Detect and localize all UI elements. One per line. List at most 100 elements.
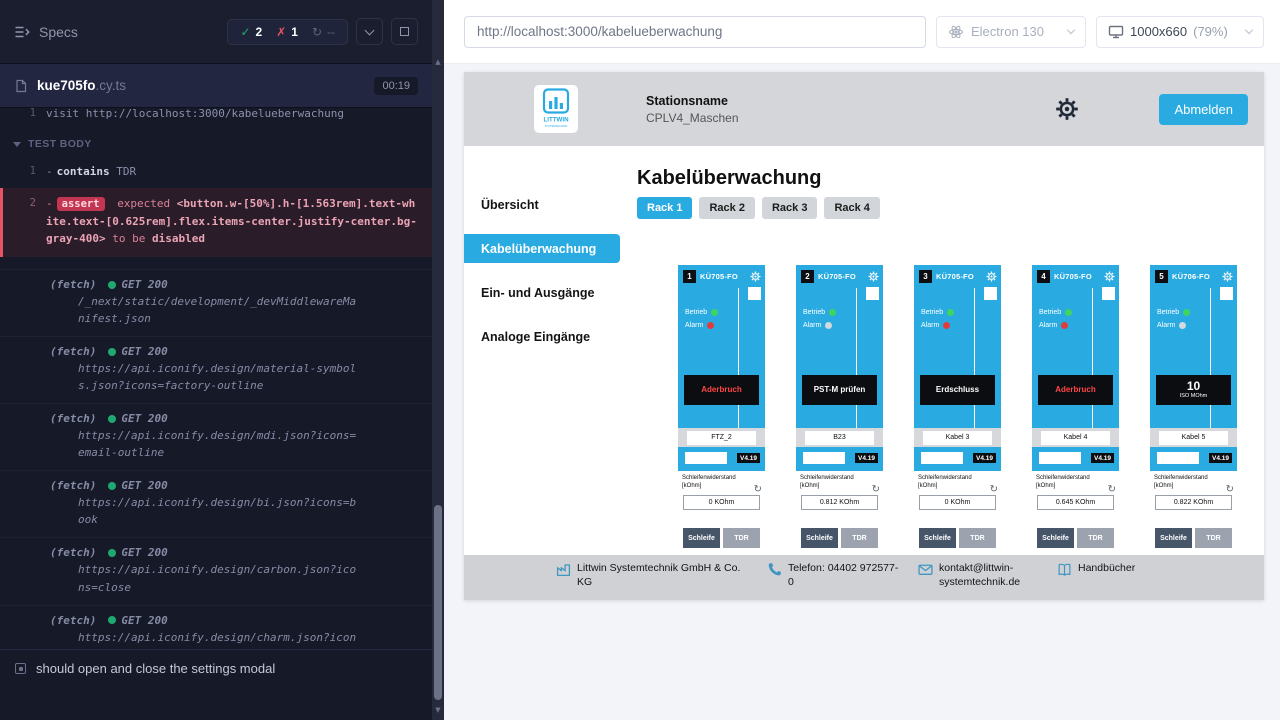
sidebar-item-uebersicht[interactable]: Übersicht: [464, 190, 620, 219]
card-model: KÜ705-FO: [700, 272, 746, 281]
card-model: KÜ706-FO: [1172, 272, 1218, 281]
reporter-scrollbar[interactable]: ▲ ▼: [432, 0, 444, 720]
email-address: kontakt@littwin-systemtechnik.de: [939, 562, 1039, 589]
cable-name-field[interactable]: Kabel 3: [914, 428, 1001, 447]
scrollb​ar-thumb[interactable]: [434, 505, 442, 700]
alarm-led-dot: [707, 322, 714, 329]
cable-name-field[interactable]: FTZ_2: [678, 428, 765, 447]
company-name: Littwin Systemtechnik GmbH & Co. KG: [577, 562, 749, 589]
card-settings-gear-icon[interactable]: [986, 271, 997, 282]
specs-menu-button[interactable]: Specs: [14, 24, 78, 40]
schleife-button[interactable]: Schleife: [1155, 528, 1192, 548]
tab-rack-1[interactable]: Rack 1: [637, 197, 692, 219]
url-input[interactable]: http://localhost:3000/kabelueberwachung: [464, 16, 926, 48]
card-settings-gear-icon[interactable]: [1222, 271, 1233, 282]
wire-box: [984, 287, 997, 300]
refresh-icon[interactable]: ↻: [1226, 485, 1234, 495]
sidebar-item-analoge-eingaenge[interactable]: Analoge Eingänge: [464, 322, 620, 351]
cypress-reporter-panel: Specs ✓ 2 ✗ 1 ↻ -- kue705fo: [0, 0, 432, 720]
station-label: Stationsname: [646, 94, 739, 108]
station-info: Stationsname CPLV4_Maschen: [646, 94, 739, 125]
scroll-down-icon[interactable]: ▼: [432, 706, 444, 714]
viewport-indicator[interactable]: 1000x660 (79%): [1096, 16, 1264, 48]
success-dot-icon: [108, 616, 116, 624]
sidebar-item-kabelueberwachung[interactable]: Kabelüberwachung: [464, 234, 620, 263]
log-assert-failed[interactable]: 2 -assert expected <button.w-[50%].h-[1.…: [0, 188, 432, 257]
logout-button[interactable]: Abmelden: [1159, 94, 1248, 125]
success-dot-icon: [108, 482, 116, 490]
firmware-version: V4.19: [1209, 453, 1232, 463]
tab-rack-3[interactable]: Rack 3: [762, 197, 817, 219]
footer-phone[interactable]: Telefon: 04402 972577-0: [767, 562, 900, 600]
refresh-icon[interactable]: ↻: [754, 485, 762, 495]
alarm-led: Alarm: [1039, 322, 1068, 329]
card-settings-gear-icon[interactable]: [1104, 271, 1115, 282]
refresh-icon[interactable]: ↻: [1108, 485, 1116, 495]
tab-rack-4[interactable]: Rack 4: [824, 197, 879, 219]
cable-name-field[interactable]: B23: [796, 428, 883, 447]
io-box: [803, 452, 845, 464]
refresh-icon[interactable]: ↻: [990, 485, 998, 495]
log-fetch-row[interactable]: (fetch)GET 200 https://api.iconify.desig…: [0, 471, 432, 538]
log-fetch-row[interactable]: (fetch)GET 200 /_next/static/development…: [0, 269, 432, 337]
betrieb-led-dot: [711, 309, 718, 316]
fetch-url: https://api.iconify.design/charm.json?ic…: [50, 629, 362, 649]
cable-name-field[interactable]: Kabel 4: [1032, 428, 1119, 447]
browser-select[interactable]: Electron 130: [936, 16, 1086, 48]
phone-number: Telefon: 04402 972577-0: [788, 562, 900, 589]
command-name: visit: [46, 108, 79, 120]
footer-email[interactable]: kontakt@littwin-systemtechnik.de: [918, 562, 1039, 600]
betrieb-led-dot: [1065, 309, 1072, 316]
chevron-down-icon: [1067, 26, 1075, 34]
wire-box: [1220, 287, 1233, 300]
card-model: KÜ705-FO: [936, 272, 982, 281]
tdr-button[interactable]: TDR: [841, 528, 878, 548]
collapse-button[interactable]: [356, 18, 383, 45]
io-box: [921, 452, 963, 464]
log-fetch-row[interactable]: (fetch)GET 200 https://api.iconify.desig…: [0, 606, 432, 649]
card-settings-gear-icon[interactable]: [750, 271, 761, 282]
stop-button[interactable]: [391, 18, 418, 45]
test-body-section[interactable]: TEST BODY: [0, 126, 432, 159]
spec-header[interactable]: kue705fo.cy.ts 00:19: [0, 64, 432, 108]
schleife-button[interactable]: Schleife: [919, 528, 956, 548]
next-test-bar[interactable]: should open and close the settings modal: [0, 649, 432, 687]
fetch-status: GET 200: [121, 278, 167, 291]
log-fetch-row[interactable]: (fetch)GET 200 https://api.iconify.desig…: [0, 538, 432, 605]
command-arg: http://localhost:3000/kabelueberwachung: [86, 108, 344, 120]
fetch-label: (fetch): [50, 278, 96, 291]
cable-name-field[interactable]: Kabel 5: [1150, 428, 1237, 447]
pending-refresh-icon: ↻: [312, 25, 322, 39]
log-contains-command[interactable]: 1 -contains TDR: [0, 159, 432, 184]
alarm-led: Alarm: [803, 322, 832, 329]
scroll-up-icon[interactable]: ▲: [432, 58, 444, 66]
spec-duration: 00:19: [374, 77, 418, 95]
schleife-button[interactable]: Schleife: [683, 528, 720, 548]
card-number: 2: [801, 270, 814, 283]
refresh-icon[interactable]: ↻: [872, 485, 880, 495]
settings-gear-icon[interactable]: [1055, 97, 1079, 121]
card-settings-gear-icon[interactable]: [868, 271, 879, 282]
log-fetch-row[interactable]: (fetch)GET 200 https://api.iconify.desig…: [0, 404, 432, 471]
card-number: 5: [1155, 270, 1168, 283]
measure-label: Schleifenwiderstand [kOhm]: [914, 471, 1001, 490]
wire-line: [1092, 288, 1093, 428]
footer-manuals[interactable]: Handbücher: [1057, 562, 1135, 600]
schleife-button[interactable]: Schleife: [1037, 528, 1074, 548]
tab-rack-2[interactable]: Rack 2: [699, 197, 754, 219]
tdr-button[interactable]: TDR: [959, 528, 996, 548]
command-arg: TDR: [116, 165, 136, 178]
page-title: Kabelüberwachung: [637, 167, 821, 190]
tdr-button[interactable]: TDR: [1195, 528, 1232, 548]
tdr-button[interactable]: TDR: [723, 528, 760, 548]
sidebar-item-ein-und-ausgaenge[interactable]: Ein- und Ausgänge: [464, 278, 620, 307]
schleife-button[interactable]: Schleife: [801, 528, 838, 548]
tdr-button[interactable]: TDR: [1077, 528, 1114, 548]
chevron-down-icon: [13, 142, 21, 147]
log-fetch-row[interactable]: (fetch)GET 200 https://api.iconify.desig…: [0, 337, 432, 404]
log-visit-command[interactable]: 1 visit http://localhost:3000/kabelueber…: [0, 108, 432, 126]
manuals-link: Handbücher: [1078, 562, 1135, 576]
alarm-led-dot: [943, 322, 950, 329]
fetch-label: (fetch): [50, 614, 96, 627]
command-name: contains: [57, 165, 110, 178]
